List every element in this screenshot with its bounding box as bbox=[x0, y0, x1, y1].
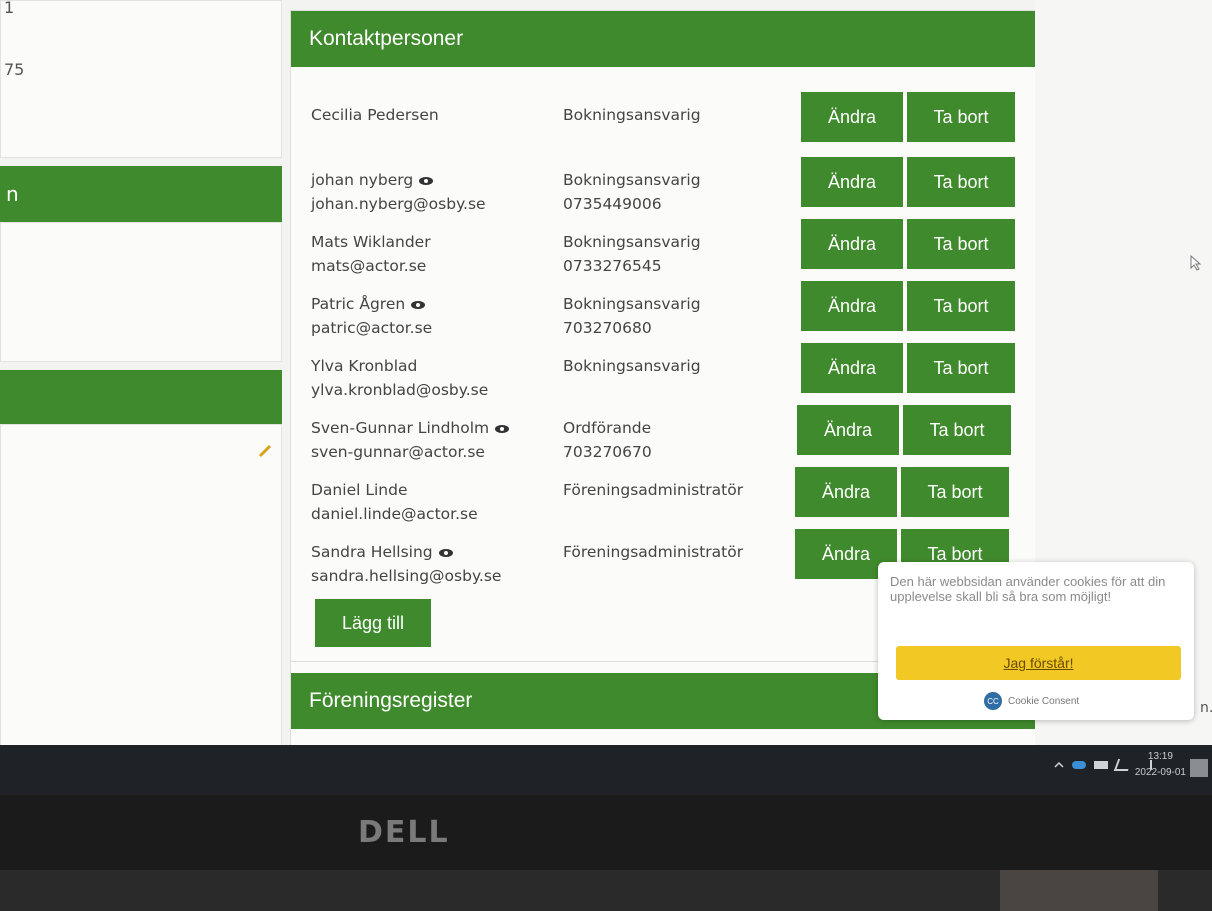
contact-email: sandra.hellsing@osby.se bbox=[311, 567, 502, 585]
edit-button[interactable]: Ändra bbox=[801, 157, 903, 207]
contact-email: ylva.kronblad@osby.se bbox=[311, 381, 489, 399]
contact-row: Cecilia Pedersen Bokningsansvarig Ändra … bbox=[291, 92, 1036, 164]
contact-name: Mats Wiklander bbox=[311, 233, 431, 251]
delete-button[interactable]: Ta bort bbox=[903, 405, 1011, 455]
cookie-message: Den här webbsidan använder cookies för a… bbox=[890, 574, 1166, 604]
cookie-consent-brand-label: Cookie Consent bbox=[1008, 695, 1080, 707]
left-section-header-fragment: n bbox=[6, 182, 19, 206]
clock[interactable]: 13:19 2022-09-01 bbox=[1135, 749, 1186, 781]
dell-logo: DELL bbox=[358, 815, 450, 850]
browser-screen: 1 75 n Kontaktpersoner Cecilia Pedersen … bbox=[0, 0, 1212, 745]
contact-phone: 703270670 bbox=[563, 443, 652, 461]
delete-button[interactable]: Ta bort bbox=[907, 92, 1015, 142]
contact-phone: 0733276545 bbox=[563, 257, 662, 275]
left-section-body-2 bbox=[0, 424, 282, 745]
clock-date: 2022-09-01 bbox=[1134, 767, 1186, 778]
notification-icon[interactable] bbox=[1190, 759, 1208, 777]
contact-email: daniel.linde@actor.se bbox=[311, 505, 478, 523]
pencil-icon[interactable] bbox=[258, 444, 272, 458]
wifi-icon[interactable] bbox=[1113, 759, 1133, 771]
contact-name: Sven-Gunnar Lindholm bbox=[311, 419, 510, 437]
delete-button[interactable]: Ta bort bbox=[907, 343, 1015, 393]
cookie-consent-popup: Den här webbsidan använder cookies för a… bbox=[878, 562, 1194, 720]
laptop-hinge bbox=[1000, 870, 1158, 911]
mouse-cursor-icon bbox=[1190, 255, 1202, 271]
contact-role: Bokningsansvarig bbox=[563, 357, 701, 375]
left-column: 1 75 n bbox=[0, 0, 282, 745]
eye-icon[interactable] bbox=[419, 176, 434, 185]
chevron-up-icon[interactable] bbox=[1054, 760, 1064, 770]
contact-email: patric@actor.se bbox=[311, 319, 433, 337]
edit-button[interactable]: Ändra bbox=[795, 467, 897, 517]
contact-name: Ylva Kronblad bbox=[311, 357, 418, 375]
contact-phone: 0735449006 bbox=[563, 195, 662, 213]
windows-taskbar: 13:19 2022-09-01 bbox=[0, 745, 1212, 795]
delete-button[interactable]: Ta bort bbox=[907, 219, 1015, 269]
left-section-body bbox=[0, 222, 282, 362]
clock-time: 13:19 bbox=[1147, 751, 1173, 762]
left-fragment-number: 75 bbox=[4, 60, 25, 79]
delete-button[interactable]: Ta bort bbox=[907, 157, 1015, 207]
eye-icon[interactable] bbox=[495, 424, 510, 433]
contact-email: johan.nyberg@osby.se bbox=[311, 195, 486, 213]
page-text-fragment: n. bbox=[1200, 700, 1212, 716]
cookie-consent-logo-icon: CC bbox=[984, 692, 1002, 710]
contact-role: Bokningsansvarig bbox=[563, 106, 701, 124]
contact-name: Patric Ågren bbox=[311, 295, 426, 313]
contact-role: Bokningsansvarig bbox=[563, 233, 701, 251]
laptop-bezel: DELL bbox=[0, 795, 1212, 911]
contact-role: Föreningsadministratör bbox=[563, 543, 744, 561]
left-fragment-top: 1 bbox=[4, 0, 15, 17]
contact-role: Ordförande bbox=[563, 419, 652, 437]
contact-role: Bokningsansvarig bbox=[563, 171, 701, 189]
cookie-accept-button[interactable]: Jag förstår! bbox=[896, 646, 1181, 680]
eye-icon[interactable] bbox=[411, 300, 426, 309]
contact-phone: 703270680 bbox=[563, 319, 652, 337]
eye-icon[interactable] bbox=[438, 548, 453, 557]
contact-name: Sandra Hellsing bbox=[311, 543, 453, 561]
onedrive-icon[interactable] bbox=[1072, 761, 1086, 769]
edit-button[interactable]: Ändra bbox=[801, 281, 903, 331]
left-section-header: n bbox=[0, 166, 282, 222]
contacts-header: Kontaktpersoner bbox=[291, 11, 1036, 67]
delete-button[interactable]: Ta bort bbox=[907, 281, 1015, 331]
contact-role: Bokningsansvarig bbox=[563, 295, 701, 313]
left-info-card bbox=[0, 0, 282, 158]
contact-name: Daniel Linde bbox=[311, 481, 408, 499]
delete-button[interactable]: Ta bort bbox=[901, 467, 1009, 517]
contact-role: Föreningsadministratör bbox=[563, 481, 744, 499]
contact-name: johan nyberg bbox=[311, 171, 434, 189]
edit-button[interactable]: Ändra bbox=[797, 405, 899, 455]
contact-name: Cecilia Pedersen bbox=[311, 106, 439, 124]
edit-button[interactable]: Ändra bbox=[801, 219, 903, 269]
edit-button[interactable]: Ändra bbox=[801, 92, 903, 142]
left-section-header-2 bbox=[0, 370, 282, 424]
add-contact-button[interactable]: Lägg till bbox=[315, 599, 431, 647]
bezel-inner: DELL bbox=[0, 795, 1212, 870]
edit-button[interactable]: Ändra bbox=[801, 343, 903, 393]
contact-email: mats@actor.se bbox=[311, 257, 427, 275]
contact-email: sven-gunnar@actor.se bbox=[311, 443, 485, 461]
cookie-consent-brand[interactable]: CC Cookie Consent bbox=[984, 692, 1079, 710]
battery-icon[interactable] bbox=[1094, 761, 1108, 769]
